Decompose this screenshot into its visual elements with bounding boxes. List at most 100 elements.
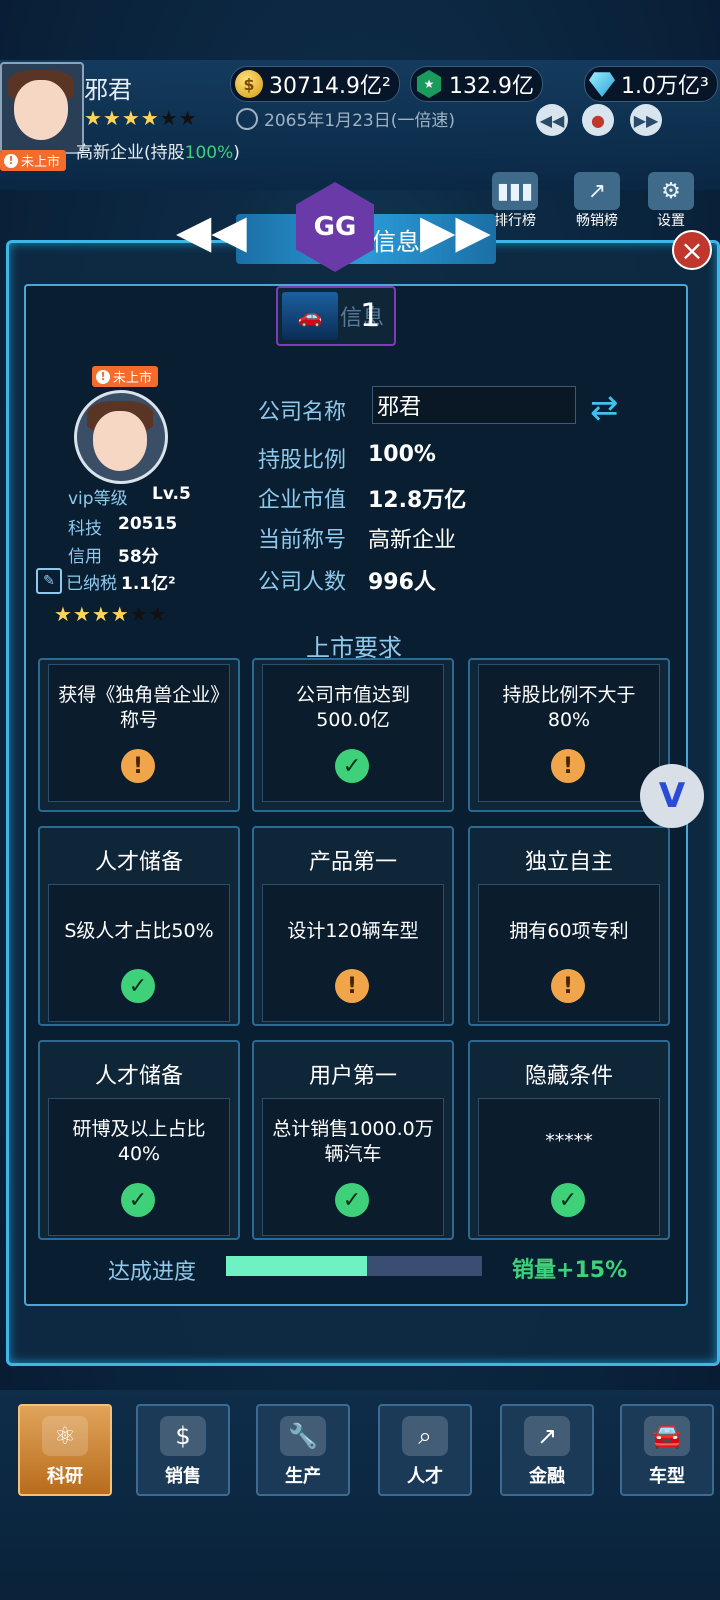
unlisted-badge-profile: ! 未上市 (92, 366, 159, 387)
requirement-box: 获得《独角兽企业》称号 ! (48, 664, 230, 802)
fast-forward-button[interactable]: ▶▶ (630, 104, 662, 136)
talent-icon: ⌕ (402, 1416, 448, 1456)
research-icon: ⚛ (42, 1416, 88, 1456)
production-icon: 🔧 (280, 1416, 326, 1456)
tax-row[interactable]: ✎ 已纳税 1.1亿² (36, 568, 176, 594)
vip-label: vip等级 (68, 489, 128, 509)
diamond-icon (589, 72, 615, 97)
requirement-card-9: 隐藏条件 ***** ✓ (468, 1040, 670, 1240)
check-icon: ✓ (121, 969, 155, 1003)
bestseller-button[interactable]: ↗ 畅销榜 (562, 172, 632, 230)
settings-button[interactable]: ⚙ 设置 (636, 172, 706, 230)
gold-resource[interactable]: $ 30714.9亿² (230, 66, 400, 102)
car-thumbnail: 🚗 (282, 292, 338, 340)
nav-sales[interactable]: $ 销售 (136, 1404, 230, 1496)
unlisted-label: 未上市 (113, 371, 153, 386)
diamond-amount: 1.0万亿³ (621, 74, 709, 99)
nav-research[interactable]: ⚛ 科研 (18, 1404, 112, 1496)
car-card-count: 1 (360, 296, 381, 334)
diamond-resource[interactable]: 1.0万亿³ (584, 66, 718, 102)
check-icon: ✓ (335, 1183, 369, 1217)
refresh-icon[interactable]: ⇄ (590, 388, 619, 428)
car-model-icon: 🚘 (644, 1416, 690, 1456)
requirement-text: 持股比例不大于80% (502, 684, 636, 731)
tech-value: 20515 (118, 514, 178, 534)
floating-v-button[interactable]: V (640, 764, 704, 828)
pause-button[interactable]: ● (582, 104, 614, 136)
gold-coin-icon: $ (235, 70, 263, 98)
unlisted-badge-header: ! 未上市 (0, 150, 67, 171)
finance-icon: ↗ (524, 1416, 570, 1456)
sales-bonus: 销量+15% (512, 1252, 627, 1284)
requirement-card-1: 获得《独角兽企业》称号 ! (38, 658, 240, 812)
panel-tab-label: 信息 (372, 227, 420, 256)
company-rating-stars: ★★★★★★ (54, 602, 168, 626)
alert-icon: ! (96, 369, 110, 384)
requirement-box: 总计销售1000.0万辆汽车 ✓ (262, 1098, 444, 1236)
share-value: 100% (368, 442, 436, 467)
warning-icon: ! (121, 749, 155, 783)
nav-finance[interactable]: ↗ 金融 (500, 1404, 594, 1496)
nav-finance-label: 金融 (529, 1466, 565, 1487)
nav-car-model[interactable]: 🚘 车型 (620, 1404, 714, 1496)
requirement-text: 拥有60项专利 (509, 920, 629, 942)
sales-bonus-label: 销量 (512, 1258, 557, 1283)
requirement-card-5: 产品第一 设计120辆车型 ! (252, 826, 454, 1026)
company-share: 100% (184, 143, 234, 163)
share-label: 持股比例 (258, 448, 347, 473)
bestseller-label: 畅销榜 (576, 213, 618, 229)
avatar-face (93, 411, 147, 471)
progress-bar-fill (226, 1256, 367, 1276)
avatar-face (14, 80, 68, 140)
game-date: 2065年1月23日(一倍速) (236, 106, 455, 131)
requirement-box: 拥有60项专利 ! (478, 884, 660, 1022)
player-rating-stars: ★★★★★★ (84, 106, 198, 130)
nav-production-label: 生产 (285, 1466, 321, 1487)
employees-label: 公司人数 (258, 570, 347, 595)
requirement-card-8: 用户第一 总计销售1000.0万辆汽车 ✓ (252, 1040, 454, 1240)
edit-icon[interactable]: ✎ (36, 568, 62, 594)
game-date-text: 2065年1月23日(一倍速) (264, 111, 455, 131)
check-icon: ✓ (551, 1183, 585, 1217)
gg-prev-arrow[interactable]: ◀◀ (176, 204, 247, 258)
company-name-field[interactable]: 邪君 (372, 386, 576, 424)
alert-icon: ! (4, 153, 18, 168)
progress-label: 达成进度 (108, 1260, 197, 1285)
requirement-box: 研博及以上占比40% ✓ (48, 1098, 230, 1236)
company-avatar[interactable] (74, 390, 168, 484)
nav-talent[interactable]: ⌕ 人才 (378, 1404, 472, 1496)
credit-label: 信用 (68, 547, 102, 567)
company-type-label: 高新企业(持股 (76, 143, 185, 163)
nav-car-model-label: 车型 (649, 1466, 685, 1487)
gear-icon: ⚙ (648, 172, 694, 210)
requirement-head: 产品第一 (308, 850, 397, 875)
company-type-close: ) (233, 143, 240, 163)
requirement-box: 持股比例不大于80% ! (478, 664, 660, 802)
requirement-head: 独立自主 (524, 850, 613, 875)
credit-value: 58分 (118, 547, 159, 567)
settings-label: 设置 (657, 213, 685, 229)
gg-next-arrow[interactable]: ▶▶ (420, 204, 491, 258)
requirement-head: 人才储备 (94, 1064, 183, 1089)
requirement-box: S级人才占比50% ✓ (48, 884, 230, 1022)
check-icon: ✓ (121, 1183, 155, 1217)
green-hex-icon: ★ (416, 70, 442, 98)
close-button[interactable]: × (672, 230, 712, 270)
requirement-text: 设计120辆车型 (287, 920, 419, 942)
nav-production[interactable]: 🔧 生产 (256, 1404, 350, 1496)
nav-talent-label: 人才 (407, 1466, 443, 1487)
green-resource[interactable]: ★ 132.9亿 (410, 66, 543, 102)
green-amount: 132.9亿 (449, 74, 534, 99)
requirement-head: 人才储备 (94, 850, 183, 875)
requirement-head: 隐藏条件 (524, 1064, 613, 1089)
rewind-button[interactable]: ◀◀ (536, 104, 568, 136)
requirement-box: ***** ✓ (478, 1098, 660, 1236)
requirement-card-7: 人才储备 研博及以上占比40% ✓ (38, 1040, 240, 1240)
player-avatar[interactable] (0, 62, 84, 154)
requirement-text: 研博及以上占比40% (72, 1118, 206, 1165)
market-value-label: 企业市值 (258, 488, 347, 513)
requirement-card-4: 人才储备 S级人才占比50% ✓ (38, 826, 240, 1026)
nav-research-label: 科研 (47, 1466, 83, 1487)
requirement-text: 获得《独角兽企业》称号 (58, 684, 220, 731)
vip-value: Lv.5 (152, 484, 191, 504)
